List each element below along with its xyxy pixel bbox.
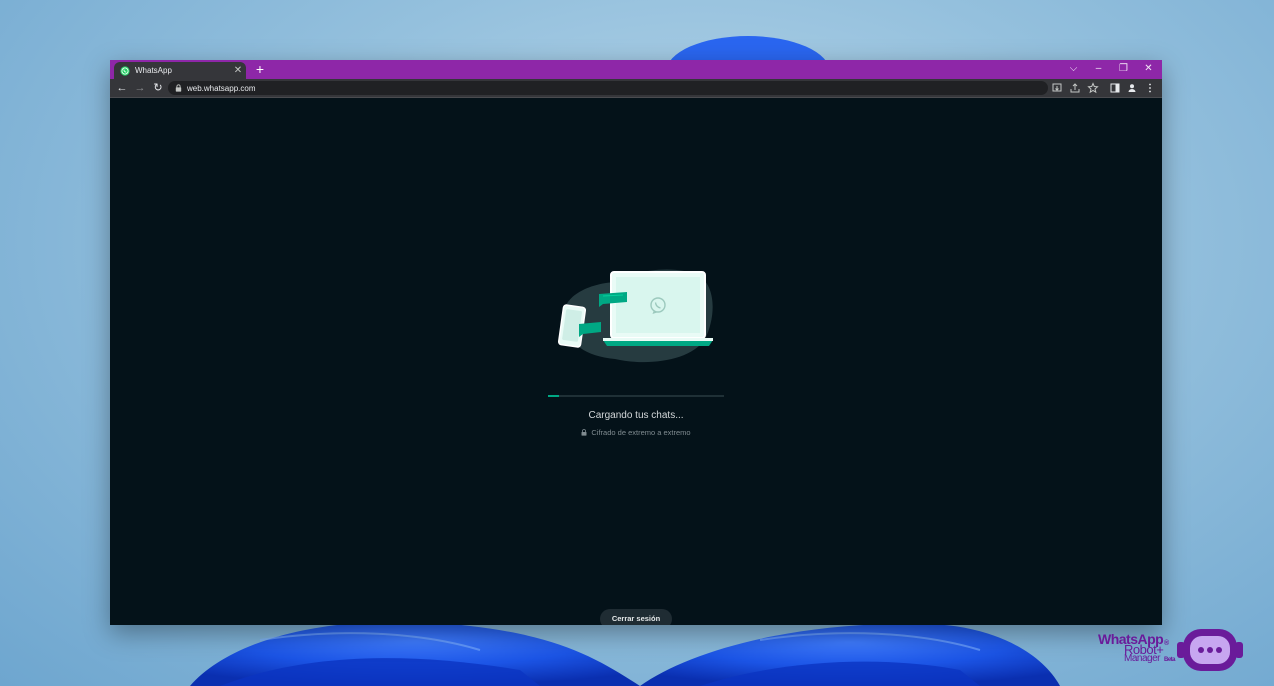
browser-title-bar: WhatsApp ✕ + ⌵ – ❐ ✕: [110, 60, 1162, 79]
tab-whatsapp[interactable]: WhatsApp ✕: [114, 62, 246, 79]
whatsapp-icon: [120, 65, 130, 76]
url-text: web.whatsapp.com: [187, 83, 256, 93]
logo-text-line3: Manager: [1124, 653, 1160, 664]
logout-button[interactable]: Cerrar sesión: [600, 609, 672, 625]
back-button[interactable]: ←: [114, 80, 130, 96]
loading-status-text: Cargando tus chats...: [588, 410, 684, 421]
tab-close-icon[interactable]: ✕: [232, 65, 244, 76]
loading-progress-bar: [548, 395, 724, 397]
profile-icon[interactable]: [1125, 81, 1139, 95]
restore-button[interactable]: ❐: [1111, 60, 1136, 79]
encryption-notice-text: Cifrado de extremo a extremo: [591, 428, 691, 437]
bookmark-star-icon[interactable]: [1086, 81, 1100, 95]
minimize-button[interactable]: –: [1086, 60, 1111, 79]
new-tab-button[interactable]: +: [252, 62, 268, 78]
whatsapp-robot-manager-logo: WhatsApp Robot+ ® Manager Beta: [1098, 626, 1274, 686]
browser-window: WhatsApp ✕ + ⌵ – ❐ ✕ ← → ↻ web.whatsapp.…: [110, 60, 1162, 625]
lock-icon: [581, 429, 587, 436]
reload-button[interactable]: ↻: [150, 80, 166, 96]
logo-registered-mark: ®: [1164, 640, 1169, 647]
share-icon[interactable]: [1068, 81, 1082, 95]
menu-icon[interactable]: [1143, 81, 1157, 95]
install-icon[interactable]: [1050, 81, 1064, 95]
tab-search-dropdown-icon[interactable]: ⌵: [1061, 60, 1086, 79]
devices-illustration: [557, 269, 713, 363]
robot-chat-icon: [1177, 629, 1243, 671]
tab-title: WhatsApp: [135, 66, 172, 75]
lock-icon: [175, 84, 182, 92]
address-bar[interactable]: web.whatsapp.com: [168, 81, 1048, 95]
forward-button[interactable]: →: [132, 80, 148, 96]
side-panel-icon[interactable]: [1108, 81, 1122, 95]
logo-beta-label: Beta: [1164, 657, 1176, 663]
whatsapp-loading-screen: Cargando tus chats... Cifrado de extremo…: [110, 98, 1162, 625]
close-window-button[interactable]: ✕: [1136, 60, 1161, 79]
loading-progress-fill: [548, 395, 559, 397]
encryption-notice: Cifrado de extremo a extremo: [536, 428, 736, 437]
browser-toolbar: ← → ↻ web.whatsapp.com: [110, 79, 1162, 98]
